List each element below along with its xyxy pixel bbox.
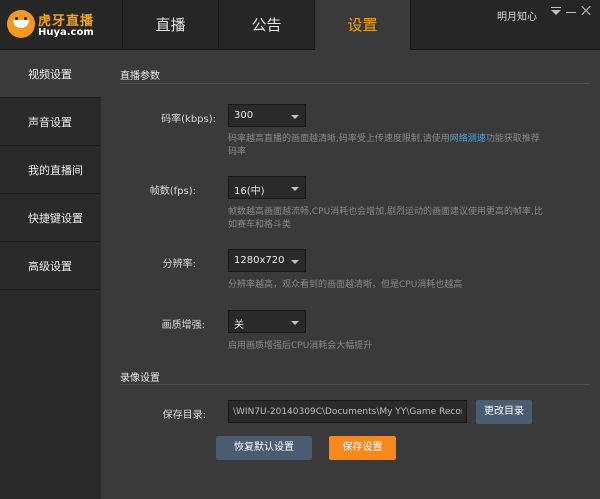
save-dir-field[interactable] bbox=[228, 400, 467, 423]
speed-test-link[interactable]: 网络测速 bbox=[450, 134, 486, 144]
section-divider bbox=[120, 83, 590, 84]
settings-sidebar: 视频设置 声音设置 我的直播间 快捷键设置 高级设置 bbox=[0, 51, 101, 499]
user-name[interactable]: 明月知心 bbox=[497, 8, 537, 23]
title-bar: 虎牙直播 Huya.com 直播 公告 设置 明月知心 bbox=[0, 0, 600, 51]
bitrate-label: 码率(kbps): bbox=[161, 114, 216, 125]
resolution-select[interactable]: 1280x720 bbox=[228, 249, 306, 272]
resolution-hint: 分辨率越高，观众看到的画面越清晰，但是CPU消耗也越高 bbox=[228, 280, 463, 290]
chevron-down-icon bbox=[291, 260, 299, 264]
menu-dropdown-icon[interactable] bbox=[548, 3, 564, 19]
bitrate-select[interactable]: 300 bbox=[228, 104, 306, 127]
bitrate-hint-text: 码率越高直播的画面越清晰,码率受上传速度限制,请使用 bbox=[228, 134, 450, 144]
section-divider bbox=[120, 384, 590, 385]
tab-settings[interactable]: 设置 bbox=[315, 0, 410, 51]
enhance-label: 画质增强: bbox=[161, 320, 205, 331]
bitrate-hint: 码率越高直播的画面越清晰,码率受上传速度限制,请使用网络测速功能获取推荐码率 bbox=[228, 133, 548, 159]
sidebar-item-advanced[interactable]: 高级设置 bbox=[0, 243, 101, 290]
live-params-heading: 直播参数 bbox=[120, 71, 160, 82]
enhance-hint: 启用画质增强后CPU消耗会大幅提升 bbox=[228, 341, 373, 351]
framerate-select[interactable]: 16(中) bbox=[228, 176, 306, 199]
record-heading: 录像设置 bbox=[120, 373, 160, 384]
tab-live[interactable]: 直播 bbox=[123, 0, 218, 50]
huya-logo: 虎牙直播 Huya.com bbox=[7, 6, 107, 44]
sidebar-item-video[interactable]: 视频设置 bbox=[0, 51, 101, 98]
save-dir-label: 保存目录: bbox=[162, 410, 206, 421]
tab-announcement[interactable]: 公告 bbox=[219, 0, 314, 50]
chevron-down-icon bbox=[291, 187, 299, 191]
bitrate-value: 300 bbox=[234, 110, 254, 121]
chevron-down-icon bbox=[291, 321, 299, 325]
enhance-select[interactable]: 关 bbox=[228, 310, 306, 333]
framerate-hint: 帧数越高画面越流畅,CPU消耗也会增加,剧烈运动的画面建议使用更高的帧率,比如赛… bbox=[228, 207, 543, 230]
enhance-value: 关 bbox=[234, 320, 244, 331]
chevron-down-icon bbox=[291, 115, 299, 119]
save-settings-button[interactable]: 保存设置 bbox=[329, 436, 396, 460]
framerate-value: 16(中) bbox=[234, 186, 265, 197]
resolution-label: 分辨率: bbox=[162, 259, 196, 270]
change-dir-button[interactable]: 更改目录 bbox=[476, 400, 532, 424]
reset-defaults-button[interactable]: 恢复默认设置 bbox=[216, 436, 312, 460]
sidebar-item-my-room[interactable]: 我的直播间 bbox=[0, 147, 101, 194]
minimize-icon[interactable] bbox=[563, 3, 579, 19]
tab-divider bbox=[410, 0, 411, 50]
sidebar-item-audio[interactable]: 声音设置 bbox=[0, 99, 101, 146]
save-dir-input[interactable] bbox=[229, 401, 466, 422]
framerate-label: 帧数(fps): bbox=[149, 186, 196, 197]
resolution-value: 1280x720 bbox=[234, 255, 285, 266]
tiger-logo-icon bbox=[7, 10, 35, 38]
logo-domain: Huya.com bbox=[38, 27, 94, 38]
close-icon[interactable] bbox=[578, 3, 594, 19]
sidebar-item-hotkeys[interactable]: 快捷键设置 bbox=[0, 195, 101, 242]
